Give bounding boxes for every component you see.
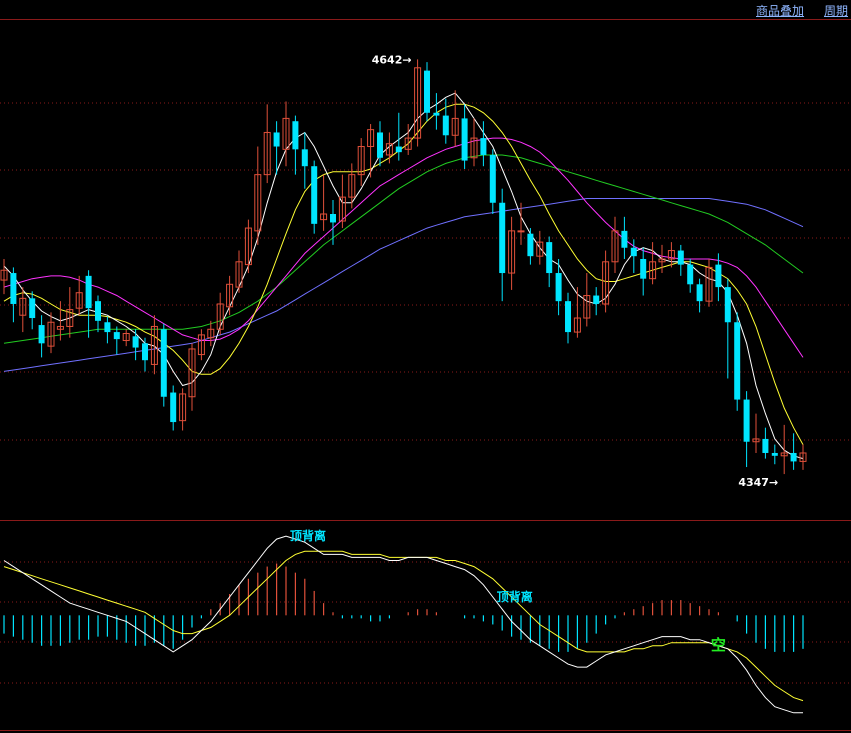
candle-body xyxy=(301,149,308,167)
ma5-line xyxy=(3,92,804,460)
candle-body xyxy=(273,132,280,147)
candle-body xyxy=(790,452,797,462)
candle-body xyxy=(10,273,17,304)
candle-body xyxy=(461,118,468,161)
futures-chart: 4642→4347→顶背离顶背离空 xyxy=(0,19,851,731)
ma10-line xyxy=(3,103,804,445)
candle-body xyxy=(433,112,440,116)
candle-body xyxy=(743,399,750,442)
candle-body xyxy=(555,273,562,302)
candle-body xyxy=(160,329,167,397)
candle-body xyxy=(311,166,318,224)
candle-body xyxy=(565,301,571,333)
candle-body xyxy=(38,325,45,344)
candle-body xyxy=(170,392,177,423)
ma60-line xyxy=(3,198,804,372)
candle-body xyxy=(132,336,139,348)
dif-line xyxy=(3,535,803,714)
candle-body xyxy=(640,258,647,279)
candle-body xyxy=(630,247,637,257)
candle-body xyxy=(142,343,148,361)
candle-body xyxy=(292,121,299,150)
candle-body xyxy=(377,132,383,158)
candle-body xyxy=(593,295,600,304)
candle-body xyxy=(489,154,496,203)
candle-body xyxy=(724,287,731,323)
candle-body xyxy=(621,230,628,248)
candle-body xyxy=(95,301,101,321)
candle-body xyxy=(395,146,402,153)
candle-body xyxy=(687,264,694,285)
candle-body xyxy=(715,264,722,288)
candle-body xyxy=(113,332,120,340)
candle-body xyxy=(442,115,449,136)
candle-body xyxy=(85,275,92,309)
candle-body xyxy=(696,284,703,302)
candle-body xyxy=(762,438,769,453)
candle-body xyxy=(499,202,506,274)
dea-line xyxy=(3,550,804,702)
sell-signal-label: 空 xyxy=(711,636,726,654)
divergence-label: 顶背离 xyxy=(497,589,533,604)
candle-body xyxy=(517,230,525,233)
candle-body xyxy=(771,452,778,456)
low-price-label: 4347→ xyxy=(738,476,778,489)
candle-body xyxy=(546,242,553,274)
ma40-line xyxy=(3,154,804,344)
divergence-label: 顶背离 xyxy=(290,528,326,543)
candle-body xyxy=(104,322,111,333)
candle-body xyxy=(29,298,36,319)
candle-body xyxy=(480,138,487,155)
candle-body xyxy=(527,233,534,257)
candle-body xyxy=(330,214,336,223)
candle-body xyxy=(734,322,741,400)
candle-body xyxy=(424,70,430,113)
candle-body xyxy=(677,250,684,265)
high-price-label: 4642→ xyxy=(372,53,412,66)
